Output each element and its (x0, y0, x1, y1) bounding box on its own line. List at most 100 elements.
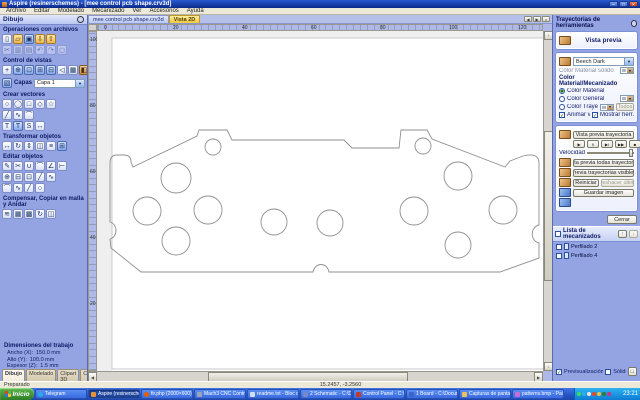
scale-icon[interactable]: ⇕ (24, 141, 34, 151)
move-down-icon[interactable]: ↓ (629, 230, 638, 238)
tile-views-icon[interactable]: ▦ (68, 65, 78, 75)
tray-icon-5[interactable] (597, 392, 601, 396)
tab-scroll-left-icon[interactable]: ◀ (524, 16, 532, 22)
task-browser-image[interactable]: fir.php (2000×600) - Go... (141, 389, 193, 399)
simplify-icon[interactable]: ∿ (46, 172, 56, 182)
copy-icon[interactable]: ▥ (13, 45, 23, 55)
fit-curve-icon[interactable]: ∿ (13, 183, 23, 193)
menu-ayuda[interactable]: Ayuda (183, 8, 208, 14)
align-icon[interactable]: ≡ (46, 141, 56, 151)
draw-arc-icon[interactable]: ⌒ (24, 110, 34, 120)
preview-2d-checkbox[interactable]: ✓ (556, 369, 562, 375)
menu-ver[interactable]: Ver (128, 8, 145, 14)
draw-text-icon[interactable]: T (2, 121, 12, 131)
start-button[interactable]: Inicio (0, 388, 34, 400)
toolpath-visible-checkbox[interactable] (556, 253, 562, 259)
reset-button[interactable]: Reiniciar (573, 179, 599, 187)
minimize-icon[interactable]: − (609, 1, 618, 7)
color-material-radio[interactable] (559, 88, 565, 94)
edit-nodes-icon[interactable]: ✎ (2, 161, 12, 171)
subtract-icon[interactable]: ⊟ (13, 172, 23, 182)
save-file-icon[interactable]: ▣ (24, 34, 34, 44)
todos-button[interactable]: Todos (616, 103, 634, 111)
undo-last-button[interactable]: Deshacer últim. (601, 179, 634, 187)
rotate-copy-icon[interactable]: ↻ (35, 209, 45, 219)
move-icon[interactable]: ↔ (2, 141, 12, 151)
preview-toolpath-button[interactable]: Vista previa trayectoria (573, 131, 634, 139)
chevron-down-icon[interactable]: ▼ (75, 80, 84, 87)
close-panel-button[interactable]: Cerrar (607, 215, 637, 224)
preview-all-toolpaths-button[interactable]: Vista previa todas trayectorias (573, 159, 634, 167)
fast-forward-icon[interactable]: ▶▶ (615, 140, 627, 148)
text-spacing-icon[interactable]: ↔ (35, 121, 45, 131)
tray-icon-4[interactable] (592, 392, 596, 396)
menu-mecanizado[interactable]: Mecanizado (88, 8, 128, 14)
open-file-icon[interactable]: ▱ (13, 34, 23, 44)
solid-checkbox[interactable] (605, 369, 611, 375)
join-vectors-icon[interactable]: ∪ (24, 161, 34, 171)
toolpath-list-checkbox[interactable] (555, 231, 561, 237)
import-vectors-icon[interactable]: ⇩ (35, 34, 45, 44)
redo-icon[interactable]: ↷ (46, 45, 56, 55)
zoom-interactive-icon[interactable]: ⊕ (13, 65, 23, 75)
animate-preview-checkbox[interactable]: ✓ (559, 112, 565, 118)
zoom-box-icon[interactable]: ⊡ (24, 65, 34, 75)
color-toolpath-radio[interactable] (559, 104, 565, 110)
panel-footer-button[interactable]: □ (628, 367, 637, 376)
pin-icon[interactable] (77, 16, 84, 23)
draw-star-icon[interactable]: ☆ (46, 99, 56, 109)
export-vectors-icon[interactable]: ⇧ (46, 34, 56, 44)
fillet-icon[interactable]: ⌒ (35, 161, 45, 171)
fit-line-icon[interactable]: ╱ (24, 183, 34, 193)
tab-close-icon[interactable]: × (542, 16, 550, 22)
drawing-canvas[interactable] (97, 31, 543, 371)
save-image-button[interactable]: Guardar imagen (573, 189, 634, 197)
weld-icon[interactable]: ⊕ (2, 172, 12, 182)
menu-editar[interactable]: Editar (30, 8, 54, 14)
tab-capas[interactable]: Capas (80, 369, 88, 381)
cut-icon[interactable]: ✂ (2, 45, 12, 55)
play-icon[interactable]: ▶ (573, 140, 585, 148)
tray-icon-3[interactable] (587, 392, 591, 396)
stop-icon[interactable]: ■ (629, 140, 640, 148)
menu-archivo[interactable]: Archivo (2, 8, 30, 14)
tab-clipart-3d[interactable]: Clipart 3D (57, 369, 79, 381)
slice-icon[interactable]: ╱ (35, 172, 45, 182)
preview-visible-toolpaths-button[interactable]: Previa trayectorias visibles (573, 169, 634, 177)
zoom-drawing-icon[interactable]: ⊞ (35, 65, 45, 75)
pause-icon[interactable]: II (587, 140, 599, 148)
menu-accesorios[interactable]: Accesorios (145, 8, 182, 14)
tray-icon-1[interactable] (577, 392, 581, 396)
mirror-icon[interactable]: ◫ (35, 141, 45, 151)
offset-icon[interactable]: ≋ (2, 209, 12, 219)
text-on-curve-icon[interactable]: S (24, 121, 34, 131)
array-copy-icon[interactable]: ▦ (13, 209, 23, 219)
draw-circle-icon[interactable]: ○ (2, 99, 12, 109)
vertical-scrollbar[interactable]: ↑ ↓ (543, 31, 552, 371)
task-telegram[interactable]: Telegram (35, 389, 87, 399)
pan-icon[interactable]: + (2, 65, 12, 75)
group-icon[interactable]: ⊞ (57, 141, 67, 151)
draw-polygon-icon[interactable]: ◇ (35, 99, 45, 109)
tray-icon-2[interactable] (582, 392, 586, 396)
tab-modelado[interactable]: Modelado (26, 369, 56, 381)
solid-color-select[interactable]: ▼ (620, 67, 634, 74)
draw-rectangle-icon[interactable]: □ (24, 99, 34, 109)
zoom-previous-icon[interactable]: ◁ (57, 65, 67, 75)
view-2d-tab[interactable]: Vista 2D (169, 15, 201, 23)
layer-select[interactable]: Capa 1 ▼ (34, 79, 85, 88)
extend-icon[interactable]: ⊢ (57, 161, 67, 171)
mirror-copy-icon[interactable]: ◫ (46, 209, 56, 219)
paste-icon[interactable]: ▤ (24, 45, 34, 55)
toolpath-visible-checkbox[interactable] (556, 244, 562, 250)
measure-icon[interactable]: ∠ (46, 161, 56, 171)
general-color-select[interactable]: ▼ (620, 95, 634, 102)
draw-polyline-icon[interactable]: ╱ (2, 110, 12, 120)
task-schematic[interactable]: 2 Schematic - C:\Docume... (300, 389, 352, 399)
step-forward-icon[interactable]: ▶I (601, 140, 613, 148)
speed-slider-knob[interactable] (629, 149, 633, 157)
intersect-icon[interactable]: ⊡ (24, 172, 34, 182)
toolpath-item[interactable]: Perfilado 2 (553, 242, 640, 251)
horizontal-scrollbar[interactable]: ◀ ▶ (88, 371, 543, 381)
zoom-selected-icon[interactable]: ⊟ (46, 65, 56, 75)
